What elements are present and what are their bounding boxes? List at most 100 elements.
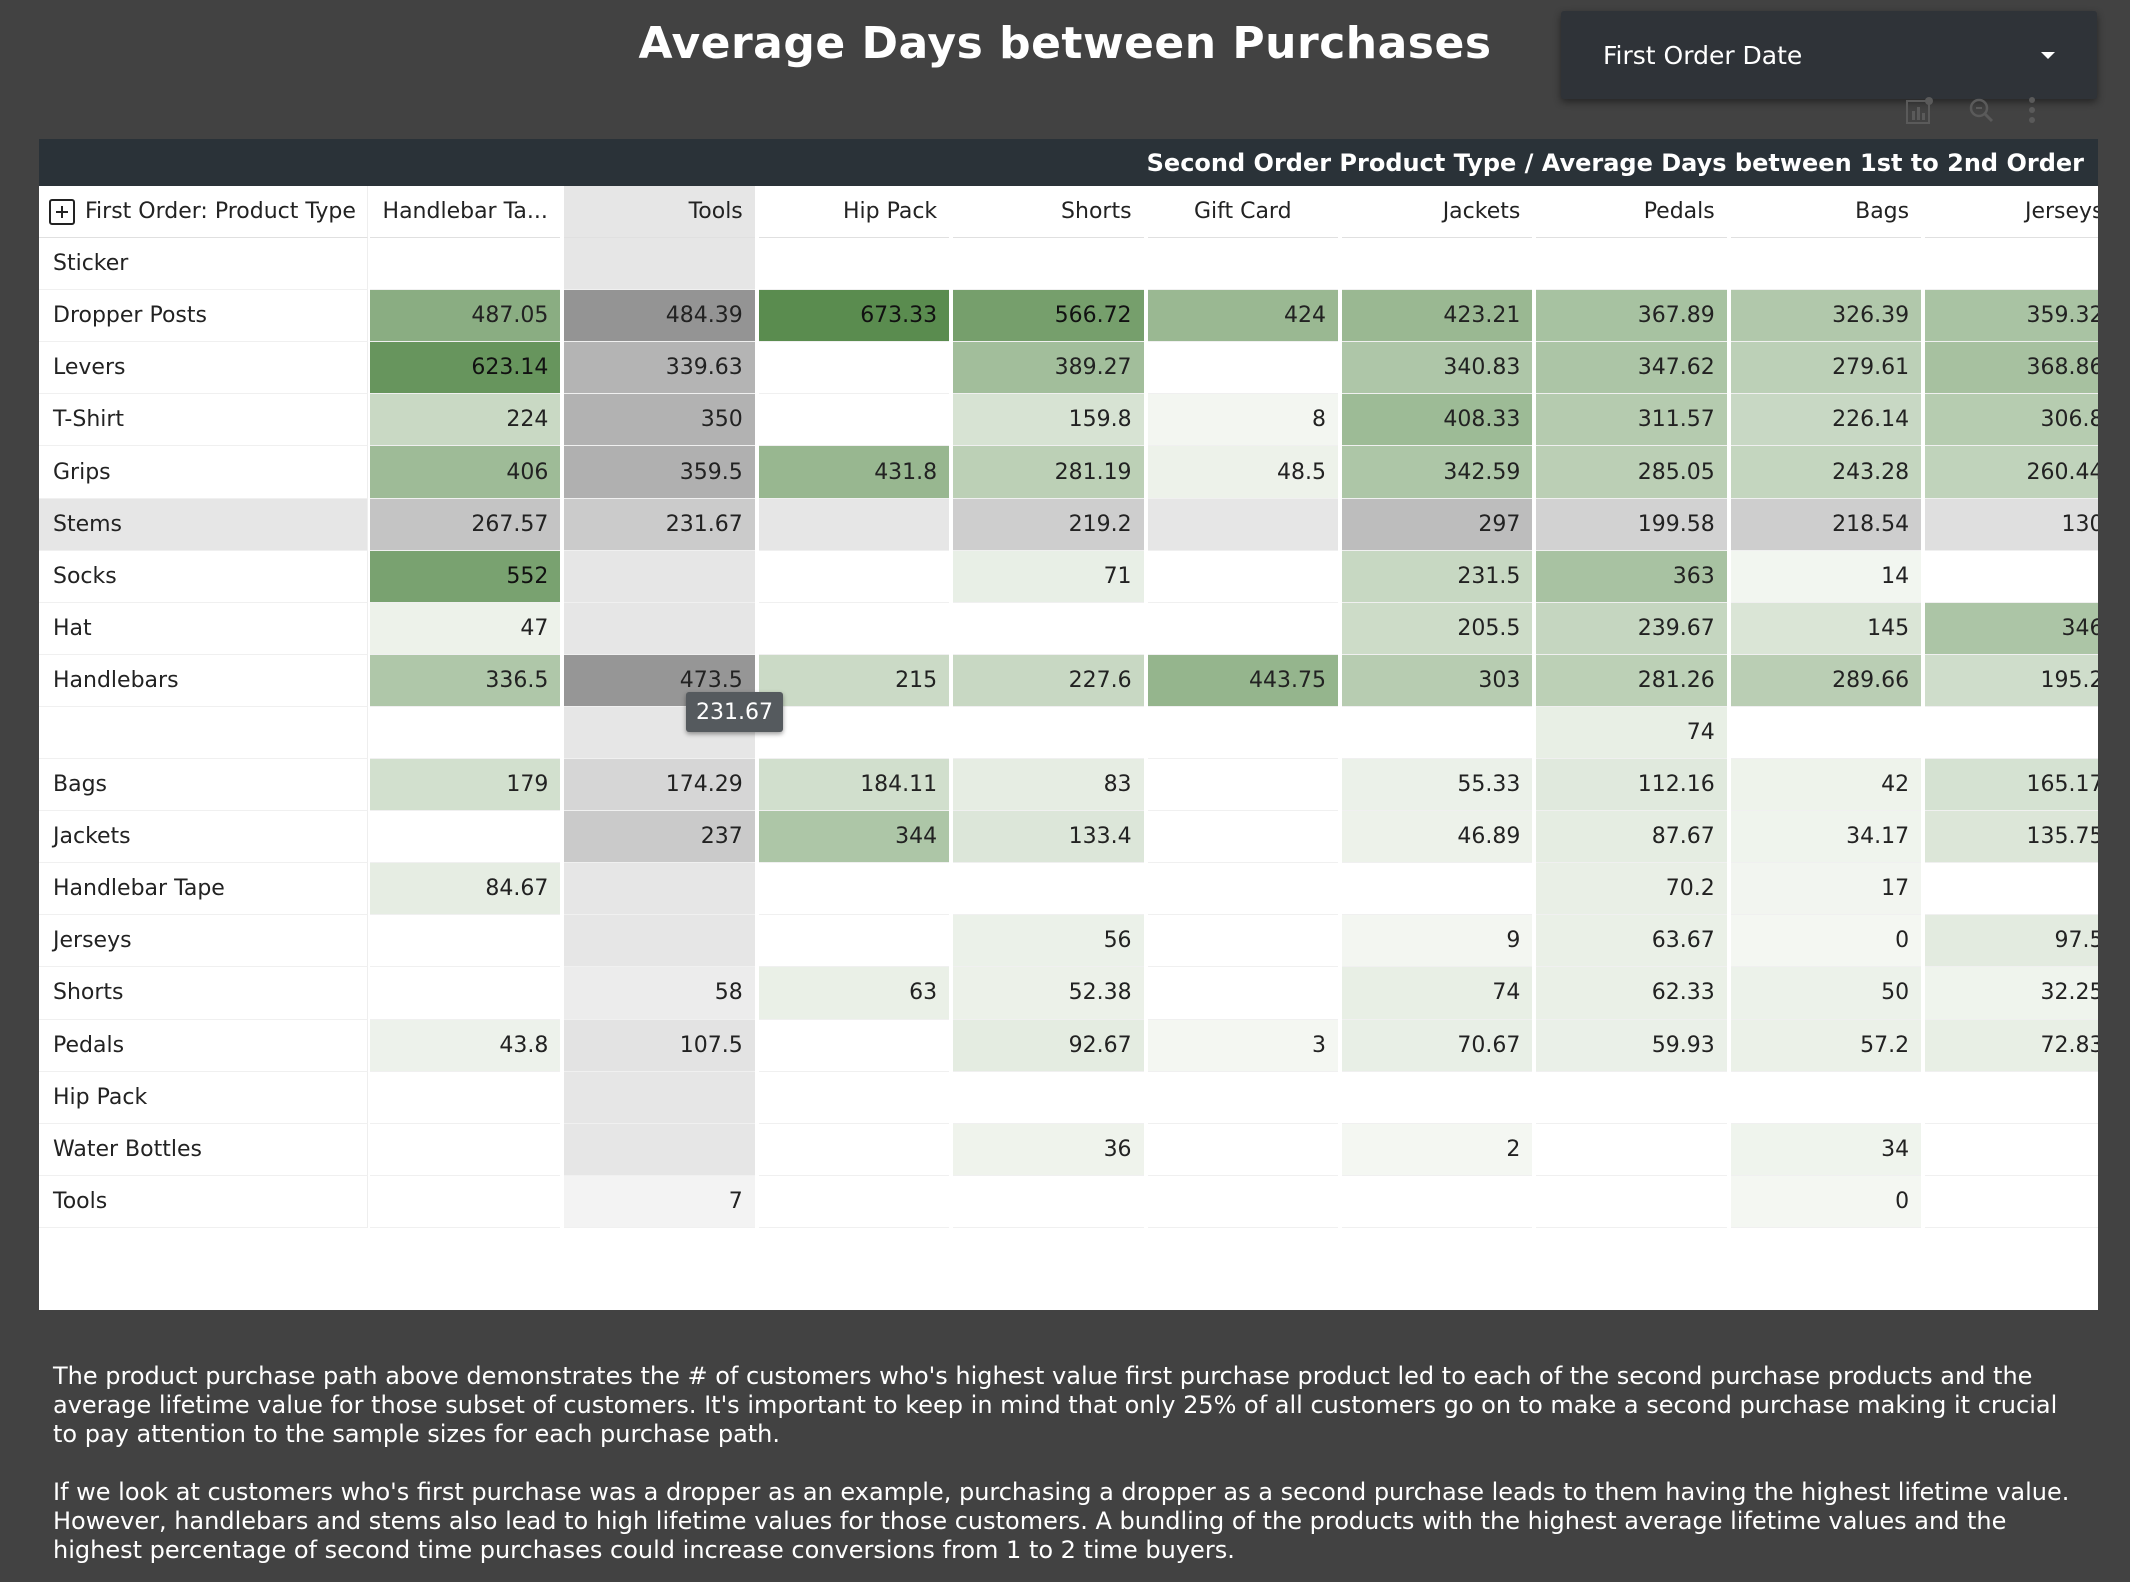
column-header[interactable]: Pedals [1536,186,1727,239]
table-cell[interactable] [1147,967,1338,1020]
table-cell[interactable]: 347.62 [1536,342,1727,395]
table-cell[interactable]: 135.75 [1925,811,2098,864]
table-cell[interactable] [564,602,755,655]
table-cell[interactable] [1147,1124,1338,1176]
table-cell[interactable]: 145 [1730,602,1922,655]
table-cell[interactable]: 70.67 [1341,1019,1533,1072]
table-cell[interactable] [1925,863,2098,916]
table-cell[interactable] [370,238,561,291]
row-label[interactable]: Bags [39,759,368,812]
table-cell[interactable]: 184.11 [758,759,950,812]
table-cell[interactable]: 17 [1730,863,1922,916]
table-cell[interactable]: 52.38 [953,967,1144,1020]
table-cell[interactable] [1341,1072,1533,1124]
table-cell[interactable]: 32.25 [1925,967,2098,1020]
table-cell[interactable]: 231.5 [1341,550,1533,603]
table-cell[interactable] [1147,863,1338,916]
table-cell[interactable]: 133.4 [953,811,1144,864]
table-cell[interactable]: 363 [1536,550,1727,603]
table-cell[interactable] [564,915,755,968]
table-cell[interactable] [953,238,1144,291]
table-cell[interactable]: 408.33 [1341,394,1533,447]
table-cell[interactable]: 336.5 [370,654,561,707]
table-cell[interactable]: 566.72 [953,290,1144,343]
table-cell[interactable] [564,238,755,291]
table-cell[interactable]: 70.2 [1536,863,1727,916]
table-cell[interactable]: 303 [1341,654,1533,707]
table-cell[interactable]: 552 [370,550,561,603]
table-cell[interactable]: 285.05 [1536,446,1727,499]
table-cell[interactable]: 62.33 [1536,967,1727,1020]
table-cell[interactable] [370,811,561,864]
more-vertical-icon[interactable] [2027,96,2037,124]
table-cell[interactable] [1341,1176,1533,1228]
table-cell[interactable] [1147,603,1338,655]
table-cell[interactable]: 344 [758,811,950,864]
table-cell[interactable] [1925,1176,2098,1228]
table-cell[interactable]: 260.44 [1925,446,2098,499]
table-cell[interactable]: 74 [1341,967,1533,1020]
chart-settings-icon[interactable] [1905,95,1935,125]
table-cell[interactable]: 72.83 [1925,1019,2098,1072]
row-label[interactable]: Handlebar Tape [39,863,368,916]
table-cell[interactable] [564,1123,755,1176]
table-cell[interactable]: 3 [1147,1019,1338,1072]
row-label[interactable]: Water Bottles [39,1123,368,1176]
table-cell[interactable] [370,915,561,968]
search-zoom-icon[interactable] [1967,96,1995,124]
table-cell[interactable] [370,1072,561,1124]
table-cell[interactable]: 87.67 [1536,811,1727,864]
table-cell[interactable] [758,603,950,655]
table-cell[interactable] [758,551,950,603]
column-header[interactable]: Handlebar Ta... [370,186,561,239]
row-label[interactable]: Grips [39,446,368,499]
table-cell[interactable]: 71 [953,550,1144,603]
expand-plus-icon[interactable] [49,198,75,225]
table-cell[interactable]: 205.5 [1341,602,1533,655]
table-cell[interactable]: 340.83 [1341,342,1533,395]
table-cell[interactable] [1147,759,1338,812]
table-cell[interactable] [953,1176,1144,1228]
table-cell[interactable]: 346 [1925,602,2098,655]
table-cell[interactable] [1925,1072,2098,1124]
table-cell[interactable]: 297 [1341,498,1533,551]
table-cell[interactable] [1341,238,1533,291]
table-cell[interactable]: 165.17 [1925,759,2098,812]
row-label[interactable]: Jackets [39,811,368,864]
table-cell[interactable] [953,603,1144,655]
table-cell[interactable] [953,1072,1144,1124]
table-cell[interactable]: 267.57 [370,498,561,551]
table-cell[interactable]: 218.54 [1730,498,1922,551]
table-cell[interactable] [1536,1124,1727,1176]
table-cell[interactable]: 227.6 [953,654,1144,707]
table-cell[interactable]: 92.67 [953,1019,1144,1072]
table-cell[interactable] [1925,551,2098,603]
table-cell[interactable] [1925,707,2098,760]
table-cell[interactable]: 2 [1341,1123,1533,1176]
table-cell[interactable] [1147,551,1338,603]
table-cell[interactable]: 311.57 [1536,394,1727,447]
table-cell[interactable] [1536,238,1727,291]
table-cell[interactable] [758,1176,950,1228]
table-cell[interactable] [1925,238,2098,291]
table-cell[interactable]: 339.63 [564,342,755,395]
table-cell[interactable]: 179 [370,759,561,812]
table-cell[interactable]: 84.67 [370,863,561,916]
table-cell[interactable] [758,498,950,551]
table-cell[interactable] [564,1071,755,1124]
table-cell[interactable]: 14 [1730,550,1922,603]
first-order-date-dropdown[interactable]: First Order Date [1561,11,2097,99]
table-cell[interactable]: 368.86 [1925,342,2098,395]
row-label[interactable]: Hip Pack [39,1071,368,1124]
table-cell[interactable] [1730,1072,1922,1124]
table-cell[interactable]: 0 [1730,1175,1922,1228]
table-cell[interactable]: 159.8 [953,394,1144,447]
table-cell[interactable]: 423.21 [1341,290,1533,343]
table-cell[interactable] [758,915,950,968]
table-cell[interactable] [564,550,755,603]
table-cell[interactable]: 56 [953,915,1144,968]
table-cell[interactable] [758,342,950,395]
table-cell[interactable] [758,1124,950,1176]
table-cell[interactable]: 431.8 [758,446,950,499]
table-cell[interactable] [758,394,950,447]
